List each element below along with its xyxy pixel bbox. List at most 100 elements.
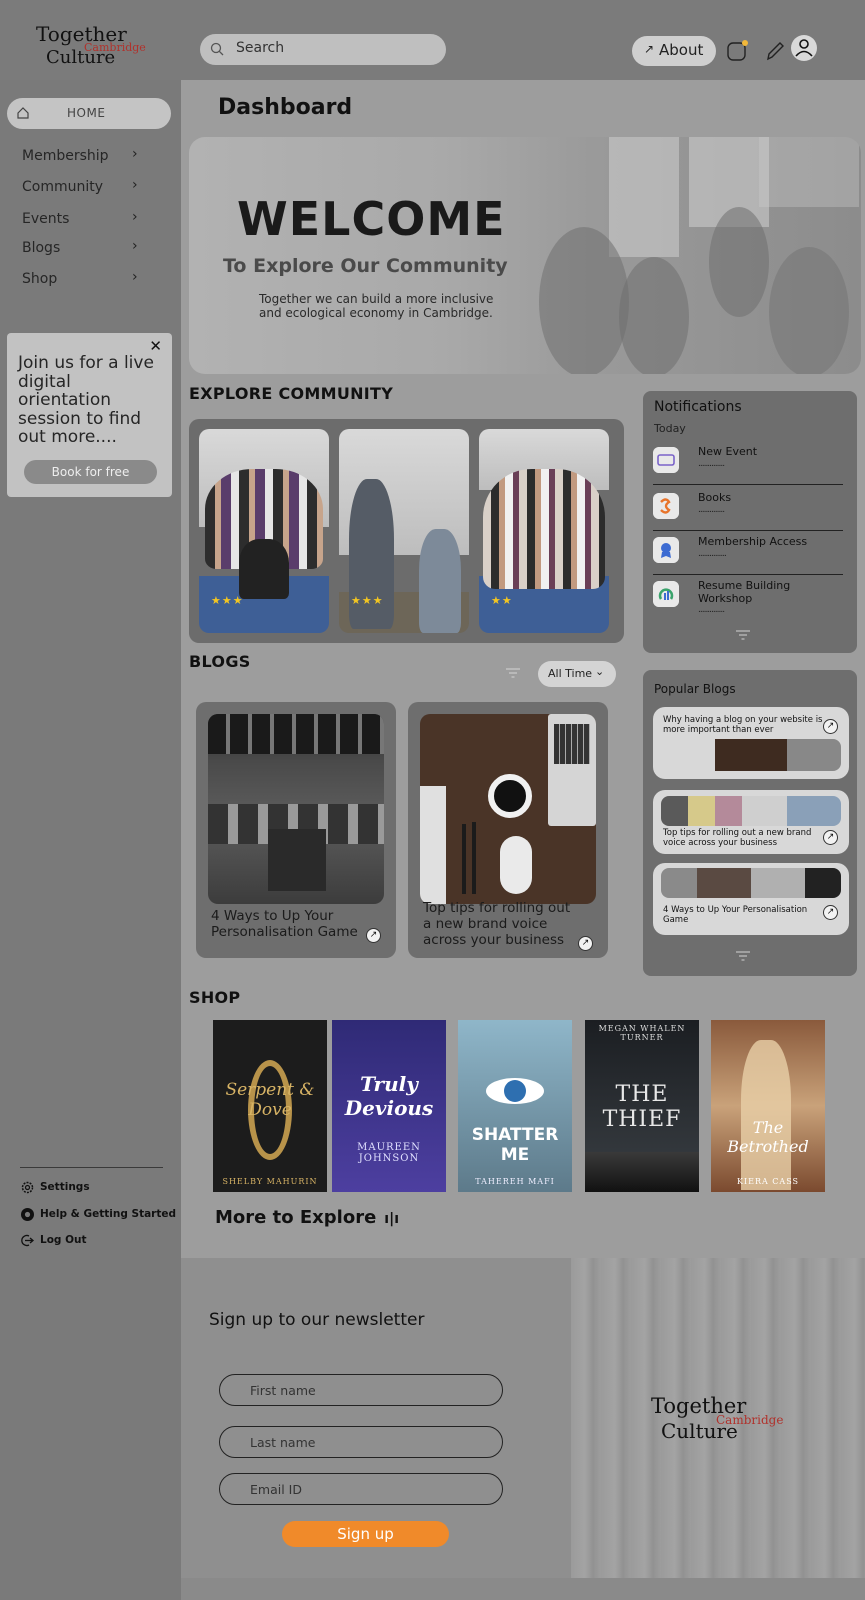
book-author: TAHEREH MAFI bbox=[475, 1177, 555, 1186]
notification-item[interactable]: Membership Access ............... bbox=[653, 531, 843, 575]
book-cover[interactable]: Truly Devious MAUREEN JOHNSON bbox=[332, 1020, 446, 1192]
welcome-description: Together we can build a more inclusive a… bbox=[259, 292, 494, 320]
sidebar-item-events[interactable]: Events › bbox=[22, 209, 152, 233]
about-label: About bbox=[659, 41, 704, 59]
notification-label: Membership Access bbox=[698, 535, 808, 548]
popular-blog-item[interactable]: Why having a blog on your website is mor… bbox=[653, 707, 849, 779]
search-placeholder: Search bbox=[236, 40, 285, 56]
promo-text: Join us for a live digital orientation s… bbox=[18, 353, 154, 447]
logout-icon bbox=[21, 1234, 35, 1247]
popular-blogs-title: Popular Blogs bbox=[654, 682, 736, 696]
book-title: THE THIEF bbox=[602, 1082, 682, 1132]
gear-icon bbox=[21, 1181, 34, 1194]
profile-icon[interactable] bbox=[790, 34, 818, 62]
notification-dots: .............. bbox=[698, 505, 725, 515]
logo-line2: Culture bbox=[661, 1419, 738, 1443]
blog-card[interactable]: 4 Ways to Up Your Personalisation Game ↗ bbox=[196, 702, 396, 958]
sidebar-item-membership[interactable]: Membership › bbox=[22, 146, 152, 170]
sidebar-item-label: Community bbox=[22, 179, 104, 195]
notification-icon[interactable] bbox=[725, 38, 751, 64]
sidebar-item-blogs[interactable]: Blogs › bbox=[22, 238, 152, 262]
newsletter-title: Sign up to our newsletter bbox=[209, 1310, 425, 1330]
sign-up-button[interactable]: Sign up bbox=[282, 1521, 449, 1547]
about-button[interactable]: ↗ About bbox=[632, 36, 716, 66]
newsletter-section: Sign up to our newsletter Sign up Togeth… bbox=[181, 1258, 865, 1578]
popular-blogs-panel: Popular Blogs Why having a blog on your … bbox=[643, 670, 857, 976]
community-photo-1[interactable]: ★★★ bbox=[199, 429, 329, 633]
time-filter-dropdown[interactable]: All Time ⌄ bbox=[538, 661, 616, 687]
search-bar[interactable]: Search bbox=[200, 34, 446, 65]
notification-item[interactable]: Resume Building Workshop .............. bbox=[653, 575, 843, 619]
book-cover[interactable]: MEGAN WHALEN TURNER THE THIEF bbox=[585, 1020, 699, 1192]
more-to-explore-link[interactable]: More to Explore ı|ı bbox=[215, 1207, 399, 1228]
top-bar: Together Cambridge Culture Search ↗ Abou… bbox=[0, 0, 865, 80]
last-name-input[interactable] bbox=[220, 1427, 502, 1457]
first-name-input[interactable] bbox=[220, 1375, 502, 1405]
event-icon bbox=[653, 447, 679, 473]
notification-label: Books bbox=[698, 491, 732, 504]
welcome-heading: WELCOME bbox=[237, 192, 506, 246]
book-title: Truly Devious bbox=[344, 1072, 434, 1120]
orientation-promo: ✕ Join us for a live digital orientation… bbox=[7, 333, 172, 497]
page-title: Dashboard bbox=[218, 95, 353, 120]
book-cover[interactable]: The Betrothed KIERA CASS bbox=[711, 1020, 825, 1192]
popular-blog-title: Top tips for rolling out a new brand voi… bbox=[663, 828, 812, 848]
community-photo-2[interactable]: ★★★ bbox=[339, 429, 469, 633]
book-author: SHELBY MAHURIN bbox=[222, 1177, 318, 1186]
blog-image-office bbox=[208, 714, 384, 904]
email-input[interactable] bbox=[220, 1474, 502, 1504]
home-icon bbox=[17, 107, 29, 119]
footer-strip bbox=[181, 1578, 865, 1600]
sidebar-home-label: HOME bbox=[67, 106, 106, 120]
chart-icon bbox=[653, 581, 679, 607]
shop-title: SHOP bbox=[189, 988, 241, 1007]
more-to-explore-label: More to Explore bbox=[215, 1207, 377, 1228]
notification-label: Resume Building Workshop bbox=[698, 579, 791, 605]
book-author: MAUREEN JOHNSON bbox=[357, 1142, 421, 1164]
chevron-right-icon: › bbox=[132, 146, 138, 162]
membership-icon bbox=[653, 537, 679, 563]
sidebar-item-home[interactable]: HOME bbox=[7, 98, 171, 129]
blogs-title: BLOGS bbox=[189, 652, 251, 671]
arrow-up-right-icon[interactable]: ↗ bbox=[366, 928, 381, 943]
books-icon bbox=[653, 493, 679, 519]
explore-community-title: EXPLORE COMMUNITY bbox=[189, 384, 394, 403]
notification-item[interactable]: Books .............. bbox=[653, 487, 843, 531]
book-title: Serpent & Dove bbox=[225, 1080, 315, 1120]
pencil-icon[interactable] bbox=[762, 38, 788, 64]
brand-logo[interactable]: Together Cambridge Culture bbox=[34, 22, 146, 70]
popular-blog-title: 4 Ways to Up Your Personalisation Game bbox=[663, 905, 808, 925]
first-name-field[interactable] bbox=[219, 1374, 503, 1406]
notification-label: New Event bbox=[698, 445, 758, 458]
last-name-field[interactable] bbox=[219, 1426, 503, 1458]
book-for-free-button[interactable]: Book for free bbox=[24, 460, 157, 484]
blog-card[interactable]: Top tips for rolling out a new brand voi… bbox=[408, 702, 608, 958]
chevron-right-icon: › bbox=[132, 177, 138, 193]
filter-icon[interactable] bbox=[506, 668, 520, 678]
sidebar-item-shop[interactable]: Shop › bbox=[22, 269, 152, 293]
email-field[interactable] bbox=[219, 1473, 503, 1505]
explore-community-gallery: ★★★ ★★★ ★★ bbox=[189, 419, 624, 643]
book-cover[interactable]: Serpent & Dove SHELBY MAHURIN bbox=[213, 1020, 327, 1192]
footer-logo: Together Cambridge Culture bbox=[651, 1394, 791, 1454]
lifebuoy-icon bbox=[21, 1208, 34, 1221]
community-photo-3[interactable]: ★★ bbox=[479, 429, 609, 633]
settings-label: Settings bbox=[40, 1181, 90, 1193]
popular-blog-item[interactable]: 4 Ways to Up Your Personalisation Game ↗ bbox=[653, 863, 849, 935]
sidebar-item-community[interactable]: Community › bbox=[22, 177, 152, 201]
chevron-down-icon: ⌄ bbox=[595, 665, 605, 678]
blog-card-title: 4 Ways to Up Your Personalisation Game bbox=[211, 908, 358, 940]
popular-blog-item[interactable]: Top tips for rolling out a new brand voi… bbox=[653, 790, 849, 854]
book-cover[interactable]: SHATTER ME TAHEREH MAFI bbox=[458, 1020, 572, 1192]
arrow-up-right-icon[interactable]: ↗ bbox=[823, 719, 838, 734]
notifications-title: Notifications bbox=[654, 399, 742, 415]
arrow-up-right-icon[interactable]: ↗ bbox=[823, 830, 838, 845]
arrow-up-right-icon[interactable]: ↗ bbox=[823, 905, 838, 920]
filter-icon[interactable] bbox=[736, 630, 750, 640]
arrow-up-right-icon[interactable]: ↗ bbox=[578, 936, 593, 951]
help-label: Help & Getting Started bbox=[40, 1208, 177, 1220]
filter-icon[interactable] bbox=[736, 951, 750, 961]
notification-dots: .............. bbox=[698, 605, 725, 615]
popular-blog-title: Why having a blog on your website is mor… bbox=[663, 715, 823, 735]
notification-item[interactable]: New Event .............. bbox=[653, 441, 843, 485]
